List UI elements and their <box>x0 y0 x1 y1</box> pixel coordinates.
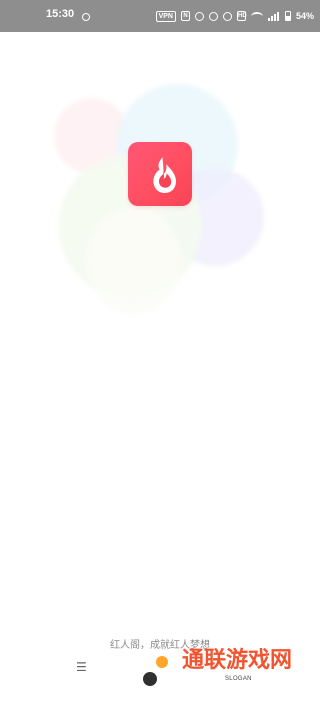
bluetooth-icon <box>222 11 232 21</box>
battery-percent: 54% <box>295 11 314 21</box>
dark-dot <box>143 672 157 686</box>
wifi-icon <box>250 11 263 21</box>
decorative-blob <box>86 206 182 314</box>
mute-icon <box>208 11 218 21</box>
menu-icon[interactable]: ☰ <box>76 661 87 673</box>
signal-icon <box>267 11 280 21</box>
watermark-name: 通联游戏网 <box>182 648 293 673</box>
battery-icon <box>284 11 291 21</box>
watermark-logo-icon <box>143 656 183 696</box>
orange-dot <box>156 656 168 668</box>
hd-icon: HD <box>236 11 247 21</box>
app-icon <box>128 142 192 206</box>
vpn-badge: VPN <box>155 10 176 22</box>
nfc-icon: N <box>180 11 190 21</box>
status-bar: 15:30 VPN N HD 54% <box>0 0 320 32</box>
flame-icon <box>153 157 176 193</box>
sync-icon <box>82 13 90 21</box>
status-icons: VPN N HD 54% <box>155 9 314 23</box>
status-time: 15:30 <box>46 8 75 20</box>
bottom-bar: ☰ 通联游戏网 SLOGAN <box>0 647 320 711</box>
alarm-icon <box>194 11 204 21</box>
watermark-tagline: SLOGAN <box>225 676 252 682</box>
